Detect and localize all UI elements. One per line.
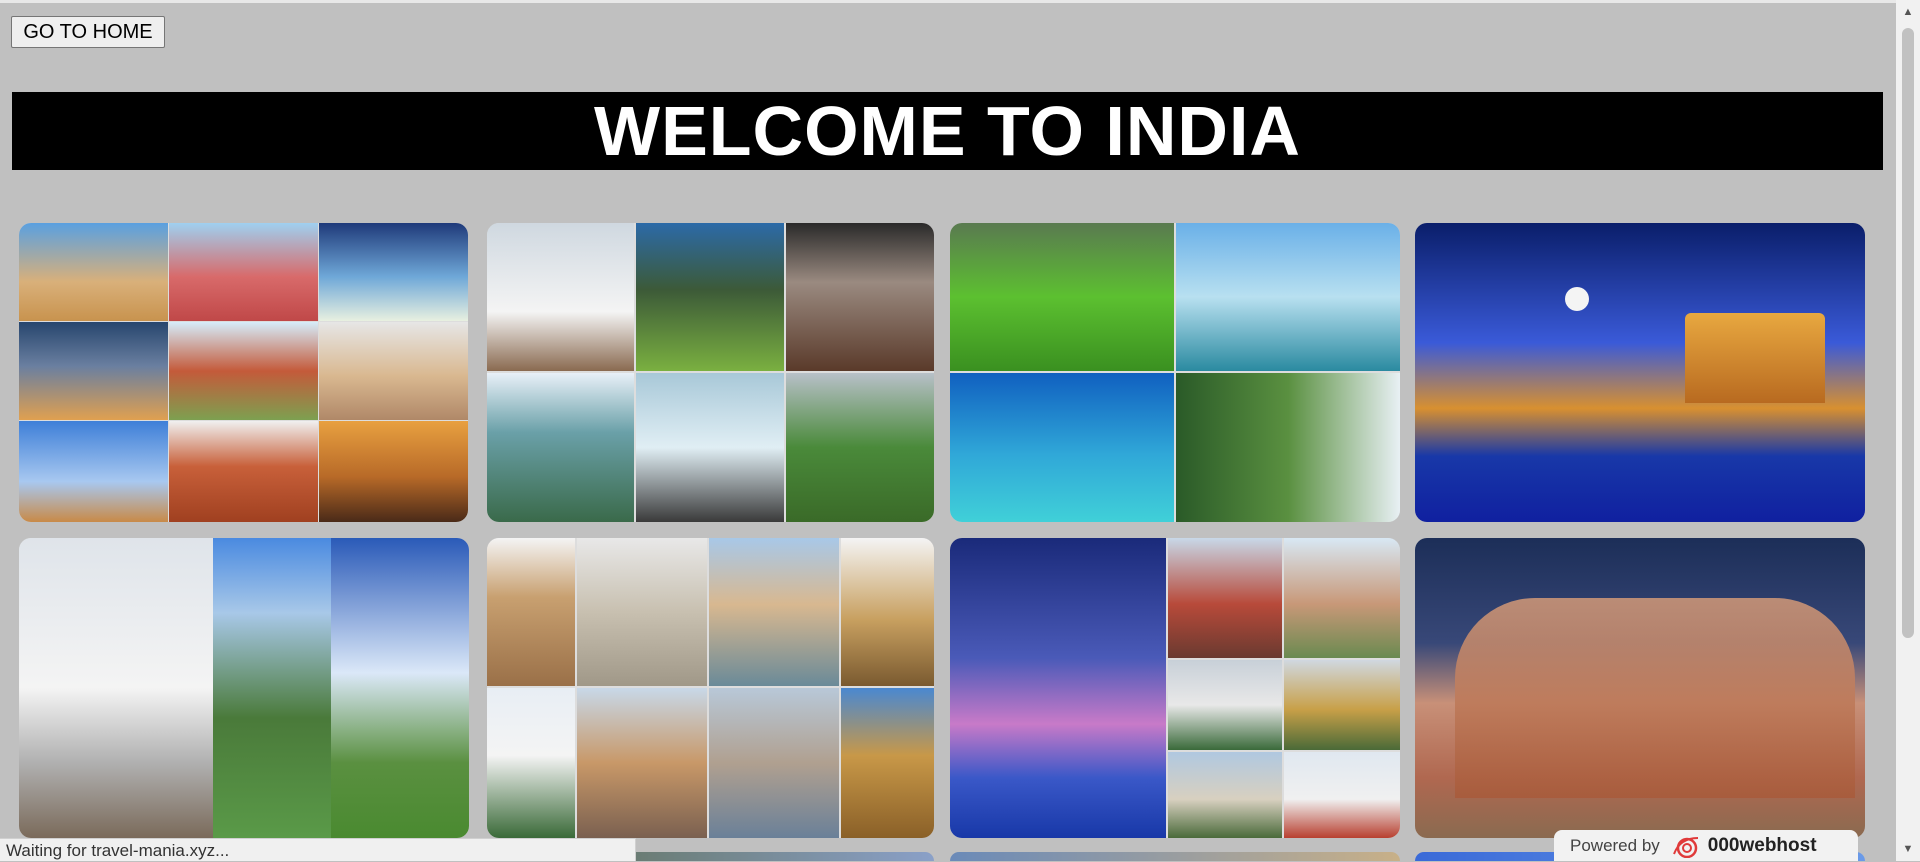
colonial-building-image <box>1168 752 1282 838</box>
backwater-huts-image <box>1176 223 1400 371</box>
temple-tower-image <box>577 538 707 686</box>
temple-domes-image <box>1455 598 1855 798</box>
gothic-building-image <box>841 688 934 838</box>
lotus-temple-image <box>319 223 468 321</box>
destination-card-kashmir[interactable] <box>487 223 934 522</box>
green-valley-image <box>786 373 934 522</box>
destination-card-kolkata[interactable] <box>950 538 1400 838</box>
scroll-up-arrow-icon[interactable]: ▲ <box>1896 0 1920 24</box>
destination-card-himachal[interactable] <box>19 538 469 838</box>
houseboat-image <box>1176 373 1400 522</box>
window-top-edge <box>0 0 1920 3</box>
cst-station-image <box>487 538 575 686</box>
powered-by-label: Powered by <box>1570 835 1660 855</box>
village-houses-image <box>636 223 784 371</box>
destination-card-kerala[interactable] <box>950 223 1400 522</box>
delhi-night-image <box>19 322 168 420</box>
temple-festival-image <box>1284 660 1400 750</box>
victoria-memorial-image <box>1168 660 1282 750</box>
gateway-of-india-image <box>709 538 839 686</box>
hill-station-image <box>213 538 331 838</box>
moon-image <box>1565 287 1589 311</box>
heritage-buildings-image <box>709 688 839 838</box>
snow-village-image <box>487 223 634 371</box>
clock-tower-image <box>577 688 707 838</box>
browser-status-bar: Waiting for travel-mania.xyz... <box>0 838 636 861</box>
humayun-tomb-image <box>169 322 318 420</box>
snow-road-image <box>636 373 784 522</box>
qutub-minar-image <box>19 421 168 522</box>
white-dome-image <box>487 688 575 838</box>
belur-math-image <box>1284 538 1400 658</box>
page-title: WELCOME TO INDIA <box>594 92 1301 170</box>
destination-card-row3-2[interactable] <box>950 852 1400 861</box>
000webhost-logo-icon <box>1672 836 1698 858</box>
shikara-boat-image <box>786 223 934 371</box>
jama-masjid-image <box>319 421 468 522</box>
red-fort-image <box>169 421 318 522</box>
snowy-cottage-image <box>19 538 213 838</box>
ashoka-pillar-image <box>841 538 934 686</box>
golden-temple-image <box>1685 313 1825 403</box>
river-boat-image <box>487 373 634 522</box>
powered-by-badge[interactable]: Powered by 000webhost <box>1554 830 1858 861</box>
page-scrollbar[interactable]: ▲ ▼ <box>1896 0 1920 861</box>
page-banner: WELCOME TO INDIA <box>12 92 1883 170</box>
brand-name: 000webhost <box>1707 834 1817 856</box>
jantar-mantar-image <box>169 223 318 321</box>
scrollbar-thumb[interactable] <box>1902 28 1914 638</box>
mountaineer-image <box>331 538 469 838</box>
tea-garden-image <box>950 223 1174 371</box>
howrah-bridge-image <box>950 538 1166 838</box>
destination-card-kalna-temples[interactable] <box>1415 538 1865 838</box>
scroll-down-arrow-icon[interactable]: ▼ <box>1896 837 1920 861</box>
destination-card-golden-temple[interactable] <box>1415 223 1865 522</box>
shaheed-minar-image <box>1284 752 1400 838</box>
dakshineswar-image <box>1168 538 1282 658</box>
resort-pool-image <box>950 373 1174 522</box>
india-gate-image <box>19 223 168 321</box>
akshardham-image <box>319 322 468 420</box>
go-to-home-button[interactable]: GO TO HOME <box>11 16 165 48</box>
destination-card-delhi[interactable] <box>19 223 468 522</box>
destination-card-mumbai[interactable] <box>487 538 934 838</box>
